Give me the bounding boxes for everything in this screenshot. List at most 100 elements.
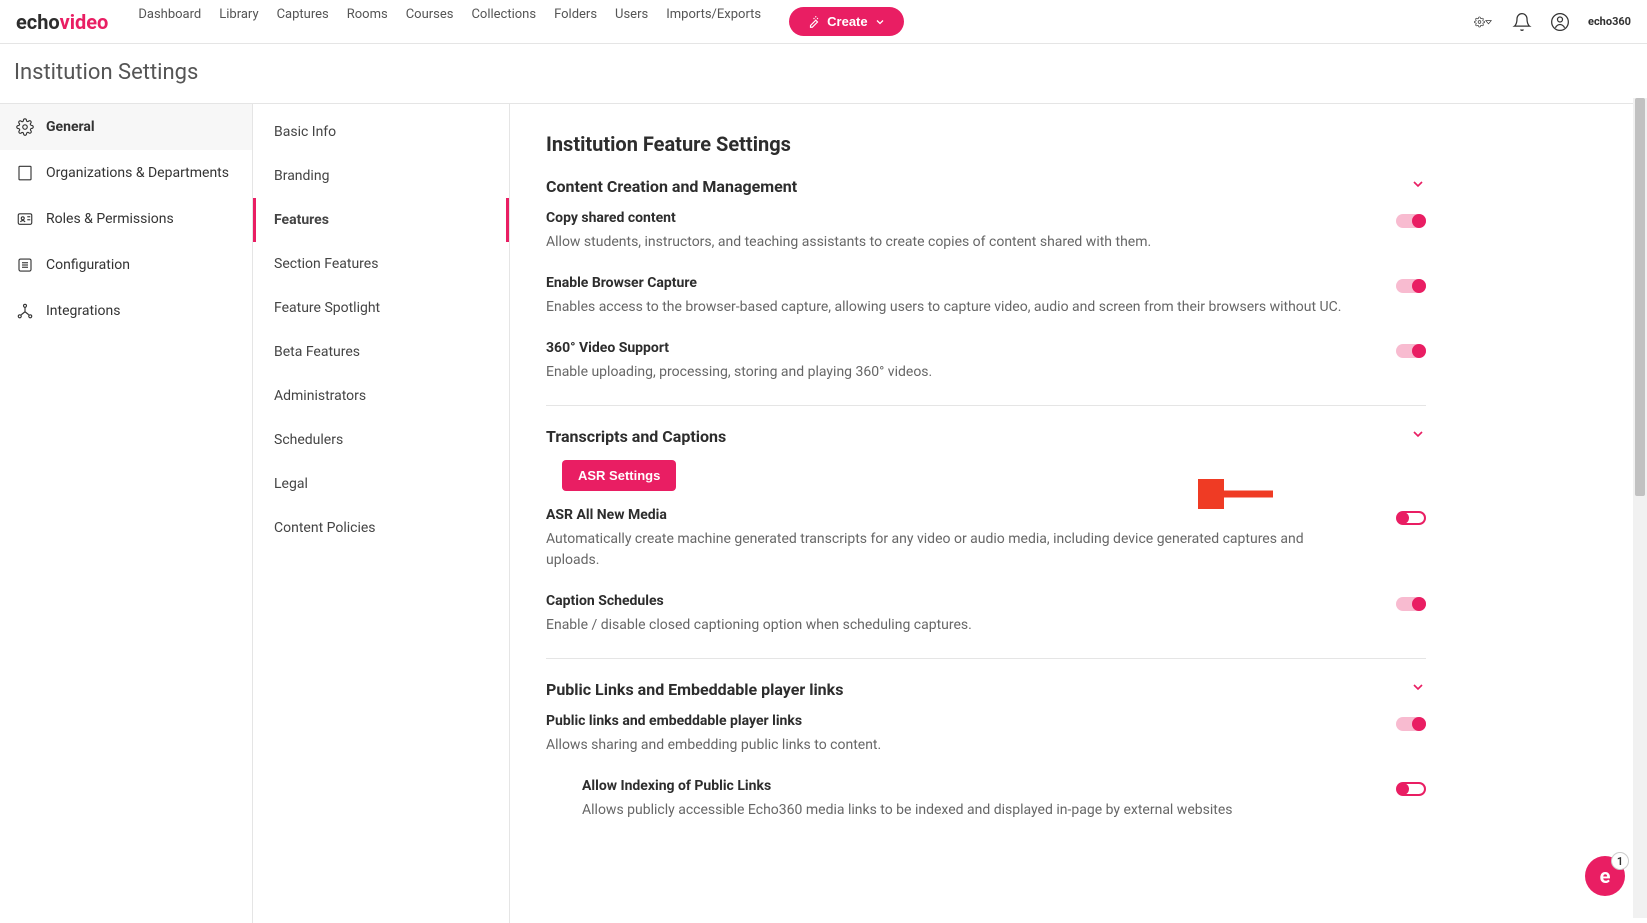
list-icon — [16, 256, 34, 274]
toggle-browser-capture[interactable] — [1396, 279, 1426, 293]
chevron-down-icon — [1410, 176, 1426, 196]
setting-desc: Enables access to the browser-based capt… — [546, 297, 1356, 318]
nav-imports-exports[interactable]: Imports/Exports — [666, 7, 761, 36]
nav-collections[interactable]: Collections — [471, 7, 536, 36]
scrollbar[interactable] — [1633, 98, 1647, 918]
sidebar-item-configuration[interactable]: Configuration — [0, 242, 252, 288]
help-bubble-icon: e — [1600, 864, 1611, 888]
sidebar2-item-section-features[interactable]: Section Features — [253, 242, 509, 286]
sidebar-item-integrations[interactable]: Integrations — [0, 288, 252, 334]
nav-captures[interactable]: Captures — [277, 7, 329, 36]
setting-title: Enable Browser Capture — [546, 275, 1356, 291]
sidebar2-item-legal[interactable]: Legal — [253, 462, 509, 506]
setting-desc: Enable / disable closed captioning optio… — [546, 615, 1356, 636]
nav-dashboard[interactable]: Dashboard — [138, 7, 201, 36]
logo[interactable]: echovideo — [16, 10, 108, 34]
id-card-icon — [16, 210, 34, 228]
section-header-transcripts[interactable]: Transcripts and Captions — [546, 426, 1426, 446]
main-content: Institution Feature Settings Content Cre… — [510, 104, 1647, 923]
setting-caption-schedules: Caption Schedules Enable / disable close… — [546, 593, 1426, 636]
sidebar-primary: General Organizations & Departments Role… — [0, 104, 253, 923]
help-badge: 1 — [1611, 852, 1629, 870]
setting-title: Public links and embeddable player links — [546, 713, 1356, 729]
sidebar-item-general[interactable]: General — [0, 104, 252, 150]
setting-public-links: Public links and embeddable player links… — [546, 713, 1426, 756]
toggle-caption-schedules[interactable] — [1396, 597, 1426, 611]
sidebar-item-label: General — [46, 119, 95, 135]
create-button[interactable]: Create — [789, 7, 903, 36]
setting-360-video: 360° Video Support Enable uploading, pro… — [546, 340, 1426, 383]
create-label: Create — [827, 14, 867, 29]
sidebar2-item-content-policies[interactable]: Content Policies — [253, 506, 509, 550]
sidebar2-item-beta-features[interactable]: Beta Features — [253, 330, 509, 374]
brand-mini[interactable]: echo360 — [1588, 15, 1631, 28]
setting-copy-shared-content: Copy shared content Allow students, inst… — [546, 210, 1426, 253]
asr-settings-button[interactable]: ASR Settings — [562, 460, 676, 491]
setting-desc: Allows sharing and embedding public link… — [546, 735, 1356, 756]
nav-rooms[interactable]: Rooms — [347, 7, 388, 36]
annotation-arrow-icon — [1198, 479, 1278, 509]
sidebar-item-label: Organizations & Departments — [46, 165, 229, 181]
section-title: Transcripts and Captions — [546, 427, 726, 446]
nav-library[interactable]: Library — [219, 7, 258, 36]
setting-desc: Allows publicly accessible Echo360 media… — [582, 800, 1356, 821]
chevron-down-icon — [874, 16, 886, 28]
setting-desc: Allow students, instructors, and teachin… — [546, 232, 1356, 253]
nav-courses[interactable]: Courses — [406, 7, 454, 36]
sidebar2-item-administrators[interactable]: Administrators — [253, 374, 509, 418]
logo-part2: video — [60, 10, 109, 34]
magic-wand-icon — [807, 15, 821, 29]
setting-desc: Enable uploading, processing, storing an… — [546, 362, 1356, 383]
toggle-public-links[interactable] — [1396, 717, 1426, 731]
user-icon[interactable] — [1550, 12, 1570, 32]
bell-icon[interactable] — [1512, 12, 1532, 32]
nav-folders[interactable]: Folders — [554, 7, 597, 36]
page-title: Institution Settings — [0, 44, 1647, 103]
sidebar2-item-feature-spotlight[interactable]: Feature Spotlight — [253, 286, 509, 330]
divider — [546, 405, 1426, 406]
sidebar-item-label: Integrations — [46, 303, 120, 319]
sidebar2-item-features[interactable]: Features — [253, 198, 509, 242]
section-title: Content Creation and Management — [546, 177, 797, 196]
chevron-down-icon — [1410, 426, 1426, 446]
nav-users[interactable]: Users — [615, 7, 648, 36]
divider — [546, 658, 1426, 659]
setting-browser-capture: Enable Browser Capture Enables access to… — [546, 275, 1426, 318]
nav-right: echo360 — [1474, 12, 1631, 32]
toggle-copy-shared-content[interactable] — [1396, 214, 1426, 228]
logo-part1: echo — [16, 10, 60, 34]
toggle-360-video[interactable] — [1396, 344, 1426, 358]
setting-allow-indexing: Allow Indexing of Public Links Allows pu… — [582, 778, 1426, 821]
sidebar-item-orgs[interactable]: Organizations & Departments — [0, 150, 252, 196]
sidebar2-item-branding[interactable]: Branding — [253, 154, 509, 198]
toggle-asr-all-new-media[interactable] — [1396, 511, 1426, 525]
gear-icon — [16, 118, 34, 136]
section-title: Public Links and Embeddable player links — [546, 680, 843, 699]
sidebar-item-label: Configuration — [46, 257, 130, 273]
sidebar2-item-basic-info[interactable]: Basic Info — [253, 110, 509, 154]
scrollbar-thumb[interactable] — [1635, 98, 1645, 496]
section-header-content-creation[interactable]: Content Creation and Management — [546, 176, 1426, 196]
main-title: Institution Feature Settings — [546, 132, 1426, 156]
setting-desc: Automatically create machine generated t… — [546, 529, 1356, 571]
setting-asr-all-new-media: ASR All New Media Automatically create m… — [546, 507, 1426, 571]
gear-icon[interactable] — [1474, 12, 1494, 32]
section-header-public-links[interactable]: Public Links and Embeddable player links — [546, 679, 1426, 699]
top-nav: echovideo Dashboard Library Captures Roo… — [0, 0, 1647, 44]
chevron-down-icon — [1410, 679, 1426, 699]
sidebar2-item-schedulers[interactable]: Schedulers — [253, 418, 509, 462]
network-icon — [16, 302, 34, 320]
toggle-allow-indexing[interactable] — [1396, 782, 1426, 796]
setting-title: Copy shared content — [546, 210, 1356, 226]
setting-title: ASR All New Media — [546, 507, 1356, 523]
sidebar-item-label: Roles & Permissions — [46, 211, 174, 227]
sidebar-item-roles[interactable]: Roles & Permissions — [0, 196, 252, 242]
setting-title: Caption Schedules — [546, 593, 1356, 609]
help-bubble[interactable]: e 1 — [1585, 856, 1625, 896]
nav-links: Dashboard Library Captures Rooms Courses… — [138, 7, 1474, 36]
sidebar-secondary: Basic Info Branding Features Section Fea… — [253, 104, 510, 923]
building-icon — [16, 164, 34, 182]
layout: General Organizations & Departments Role… — [0, 103, 1647, 923]
setting-title: Allow Indexing of Public Links — [582, 778, 1356, 794]
setting-title: 360° Video Support — [546, 340, 1356, 356]
